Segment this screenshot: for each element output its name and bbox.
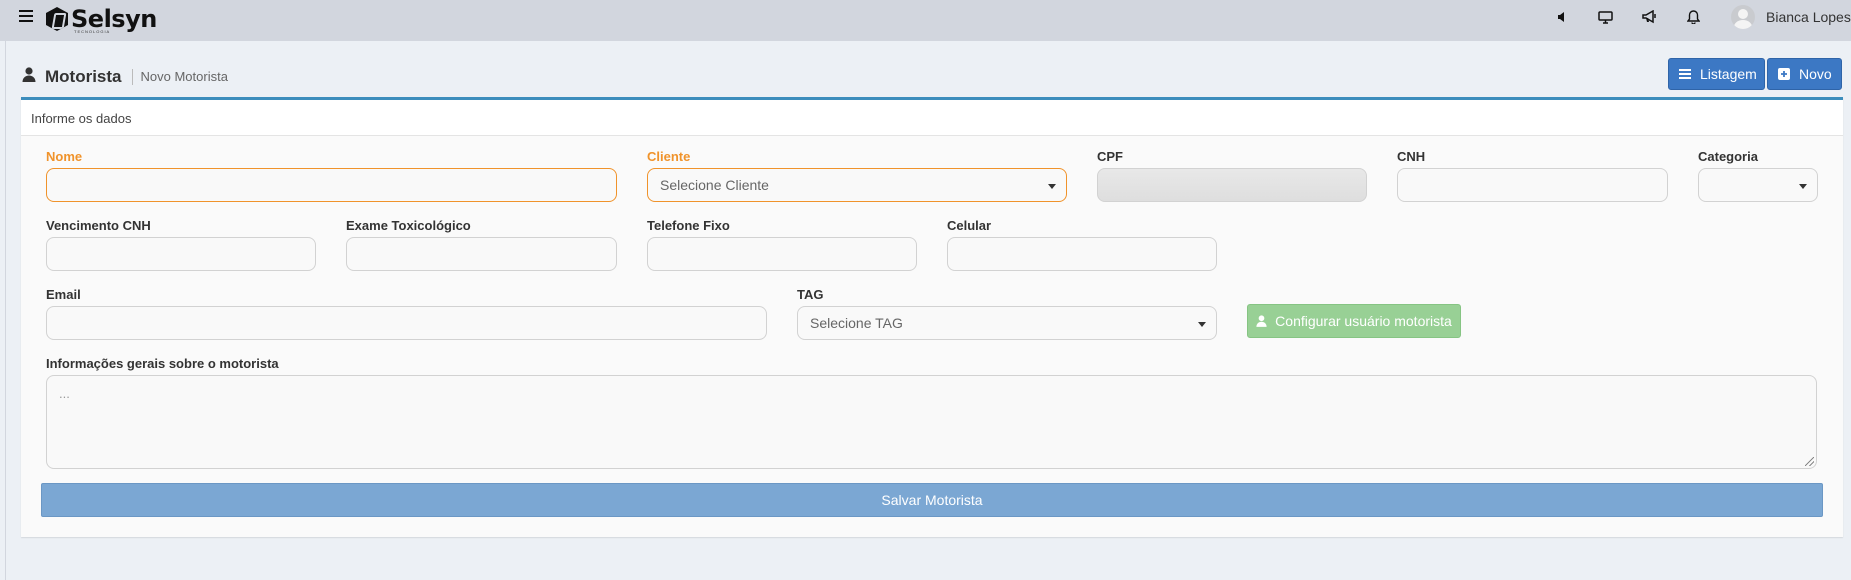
user-avatar[interactable] [1731,5,1755,29]
page-title: Motorista [45,67,122,86]
telefone-fixo-label: Telefone Fixo [647,218,730,233]
caret-down-icon [1048,184,1056,189]
cliente-select[interactable]: Selecione Cliente [647,168,1067,202]
save-driver-button[interactable]: Salvar Motorista [41,483,1823,517]
informacoes-placeholder: ... [59,386,70,401]
categoria-select[interactable] [1698,168,1818,202]
page-header: Motorista Novo Motorista [22,67,228,87]
megaphone-icon[interactable] [1640,8,1658,26]
user-icon [1256,315,1267,327]
new-button[interactable]: Novo [1767,58,1842,90]
informacoes-label: Informações gerais sobre o motorista [46,356,279,371]
volume-icon[interactable] [1553,8,1571,26]
caret-down-icon [1799,184,1807,189]
exame-toxicologico-input[interactable] [346,237,617,271]
cliente-label: Cliente [647,149,691,164]
new-button-label: Novo [1799,66,1832,82]
vencimento-cnh-input[interactable] [46,237,316,271]
brand-logo[interactable]: Selsyn TECNOLOGIA [46,4,157,34]
email-input[interactable] [46,306,767,340]
list-button[interactable]: Listagem [1668,58,1765,90]
vencimento-cnh-label: Vencimento CNH [46,218,151,233]
email-label: Email [46,287,81,302]
configure-user-button[interactable]: Configurar usuário motorista [1247,304,1461,338]
exame-toxicologico-label: Exame Toxicológico [346,218,471,233]
list-button-label: Listagem [1700,66,1757,82]
bell-icon[interactable] [1684,8,1702,26]
list-icon [1679,69,1691,79]
telefone-fixo-input[interactable] [647,237,917,271]
user-name[interactable]: Bianca Lopes [1766,9,1851,25]
box-header: Informe os dados [21,100,1843,136]
resize-handle-icon[interactable] [1805,457,1814,466]
monitor-icon[interactable] [1596,8,1614,26]
save-driver-label: Salvar Motorista [881,492,983,508]
configure-user-label: Configurar usuário motorista [1275,313,1452,329]
caret-down-icon [1198,322,1206,327]
cnh-input[interactable] [1397,168,1668,202]
brand-tagline: TECNOLOGIA [74,29,111,34]
nome-label: Nome [46,149,83,164]
cpf-input [1097,168,1367,202]
informacoes-textarea[interactable]: ... [46,375,1817,469]
plus-square-icon [1778,68,1790,80]
tag-placeholder: Selecione TAG [810,315,903,331]
cnh-label: CNH [1397,149,1426,164]
categoria-label: Categoria [1698,149,1758,164]
user-icon [22,67,36,87]
celular-input[interactable] [947,237,1217,271]
box-title: Informe os dados [31,111,132,126]
cliente-placeholder: Selecione Cliente [660,177,769,193]
top-navbar: Selsyn TECNOLOGIA Bianca Lopes [0,0,1851,41]
tag-label: TAG [797,287,824,302]
nome-input[interactable] [46,168,617,202]
tag-select[interactable]: Selecione TAG [797,306,1217,340]
celular-label: Celular [947,218,992,233]
cpf-label: CPF [1097,149,1123,164]
page-subtitle: Novo Motorista [131,69,228,85]
menu-toggle-icon[interactable] [19,10,33,24]
selsyn-logo-icon [46,7,68,31]
